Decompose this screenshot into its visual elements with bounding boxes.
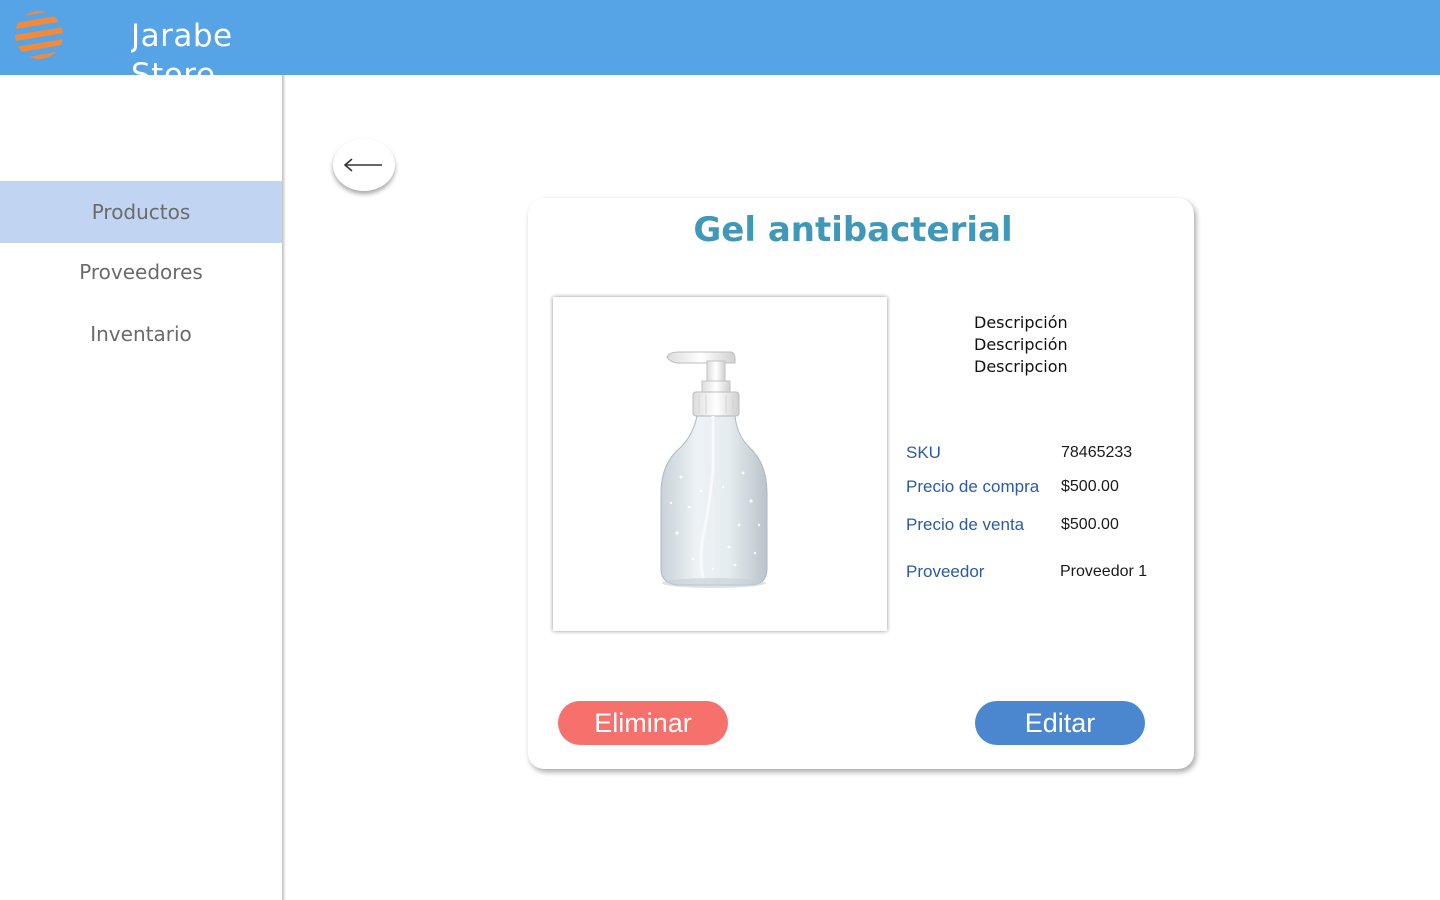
purchase-price-label: Precio de compra: [906, 477, 1040, 496]
back-button[interactable]: [333, 139, 395, 191]
delete-button[interactable]: Eliminar: [558, 701, 728, 745]
description-line: Descripcion: [974, 357, 1068, 376]
sidebar-item-productos[interactable]: Productos: [0, 181, 282, 243]
logo-icon[interactable]: [14, 5, 66, 63]
product-description: Descripción Descripción Descripcion: [974, 312, 1174, 378]
edit-button[interactable]: Editar: [975, 701, 1145, 745]
description-line: Descripción: [974, 313, 1068, 332]
product-detail-card: Gel antibacterial Descripción Descripció…: [528, 198, 1194, 769]
supplier-label: Proveedor: [906, 562, 985, 581]
purchase-price-value: $500.00: [1061, 478, 1119, 495]
sidebar-divider: [282, 75, 286, 900]
brand-name: Jarabe Store: [131, 18, 233, 75]
product-title: Gel antibacterial: [693, 210, 1013, 250]
sidebar: Productos Proveedores Inventario: [0, 75, 282, 900]
product-image: [553, 297, 887, 631]
sidebar-item-proveedores[interactable]: Proveedores: [0, 241, 282, 303]
sale-price-label: Precio de venta: [906, 515, 1025, 534]
sku-label: SKU: [906, 443, 941, 462]
sale-price-value: $500.00: [1061, 516, 1119, 533]
sku-value: 78465233: [1061, 444, 1133, 461]
sidebar-item-inventario[interactable]: Inventario: [0, 303, 282, 365]
description-line: Descripción: [974, 335, 1068, 354]
top-bar: Jarabe Store: [0, 0, 1440, 75]
supplier-value: Proveedor 1: [1060, 563, 1148, 580]
arrow-left-icon: [343, 158, 382, 172]
